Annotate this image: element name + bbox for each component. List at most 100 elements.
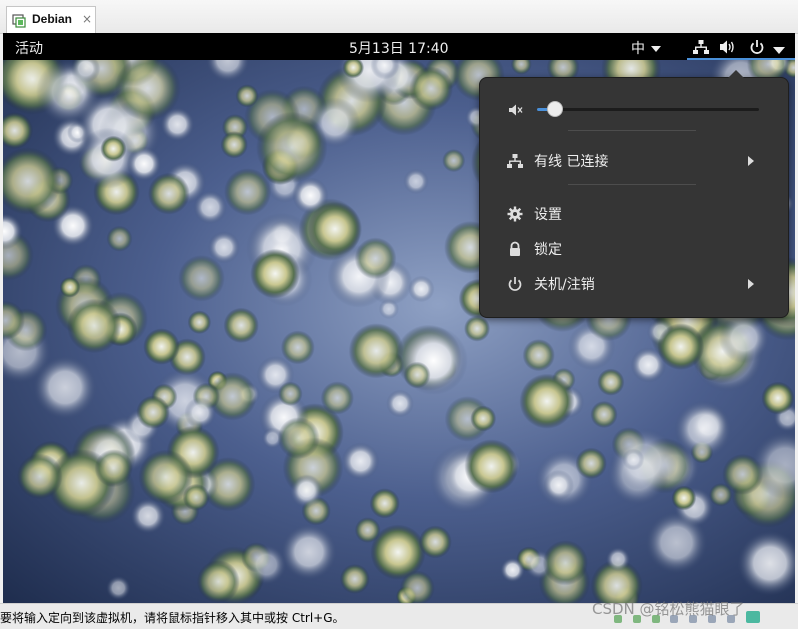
tree-canopy [256,111,328,184]
power-icon [507,276,523,296]
tree-canopy [500,557,525,583]
tree-canopy [235,84,259,108]
tree-canopy [143,328,180,365]
tree-canopy [354,237,397,280]
tree-canopy [148,172,190,215]
clock-button[interactable]: 5月13日 17:40 [349,38,449,58]
menu-item-label: 锁定 [534,242,562,258]
tree-canopy [278,381,303,407]
tree-canopy [597,368,625,396]
tree-canopy [207,231,241,264]
tree-canopy [519,373,575,429]
tree-canopy [464,439,519,494]
tree-canopy [196,560,240,603]
tree-canopy [280,523,337,580]
tree-canopy [106,575,131,601]
tree-canopy [403,168,429,194]
tree-canopy [160,107,195,142]
tree-canopy [223,307,259,343]
menu-item-label: 有线 已连接 [534,154,609,170]
tree-canopy [136,395,170,430]
input-method-menu[interactable]: 中 [631,38,661,58]
tree-canopy [341,442,380,480]
vm-status-bar: 要将输入定向到该虚拟机，请将鼠标指针移入其中或按 Ctrl+G。 CSDN @铭… [0,600,798,629]
close-icon[interactable]: × [82,12,92,26]
volume-slider-handle[interactable] [546,101,563,117]
menu-item-settings[interactable]: 设置 [480,198,788,228]
tree-canopy [761,381,795,415]
tree-canopy [184,397,217,429]
tree-canopy [605,547,631,572]
vm-fullscreen-icon[interactable] [745,611,760,623]
tree-canopy [193,190,227,225]
input-method-label: 中 [631,41,645,57]
network-wired-icon [693,39,709,59]
volume-slider[interactable] [537,101,759,117]
vm-tab-strip: Debian × [0,0,798,34]
menu-item-lock[interactable]: 锁定 [480,233,788,263]
gnome-top-bar: 活动 5月13日 17:40 中 [3,33,795,60]
tree-canopy [657,323,705,370]
tree-canopy [348,323,404,379]
menu-separator [568,130,696,131]
tree-canopy [59,276,81,298]
tree-canopy [590,400,618,429]
volume-icon [719,39,737,59]
tree-canopy [442,149,466,173]
tree-canopy [470,405,497,432]
system-menu-button[interactable] [687,33,795,60]
status-message: 要将输入定向到该虚拟机，请将鼠标指针移入其中或按 Ctrl+G。 [0,611,345,625]
tree-canopy [369,488,400,519]
tree-canopy [464,315,491,342]
tree-canopy [354,517,381,543]
tree-canopy [289,474,324,509]
network-wired-icon [507,153,523,173]
tree-canopy [522,339,555,372]
tree-canopy [100,135,127,162]
submenu-arrow-icon [748,279,754,289]
menu-separator [568,184,696,185]
tree-canopy [17,453,63,500]
chevron-down-icon [651,46,661,52]
tree-canopy [277,417,320,460]
tree-canopy [250,248,300,299]
tree-canopy [418,525,452,559]
volume-muted-icon[interactable] [508,102,524,122]
tree-canopy [246,544,287,585]
tree-canopy [106,225,133,252]
tree-canopy [542,540,588,586]
vm-tab-title: Debian [32,12,73,26]
tree-canopy [187,310,212,334]
tree-canopy [575,447,607,480]
tree-canopy [126,146,162,182]
tree-canopy [403,361,431,389]
menu-item-label: 设置 [534,207,562,223]
lock-icon [507,241,523,261]
vm-icon [12,13,26,28]
tree-canopy [33,355,97,420]
tree-canopy [182,483,210,511]
tree-canopy [718,312,770,364]
guest-screen[interactable]: 活动 5月13日 17:40 中 有线 已连接 设置 锁定 关机/注销 [3,33,795,603]
tree-canopy [671,485,697,511]
tree-canopy [622,448,645,471]
watermark-text: CSDN @铭松熊猫眼了 [592,600,745,618]
menu-item-wired-network[interactable]: 有线 已连接 [480,145,788,175]
tree-canopy [36,60,102,125]
vm-tab-debian[interactable]: Debian × [6,6,96,33]
submenu-arrow-icon [748,156,754,166]
tree-canopy [645,511,708,574]
tree-canopy [67,298,122,354]
tree-canopy [280,330,315,365]
power-icon [749,39,765,59]
menu-item-label: 关机/注销 [534,277,595,293]
tree-canopy [339,564,370,594]
menu-item-power-off[interactable]: 关机/注销 [480,268,788,298]
tree-canopy [220,131,248,159]
activities-button[interactable]: 活动 [15,38,43,58]
tree-canopy [320,381,354,415]
tree-canopy [386,389,414,418]
settings-gear-icon [507,206,523,226]
tree-canopy [674,400,732,458]
tree-canopy [94,449,133,488]
